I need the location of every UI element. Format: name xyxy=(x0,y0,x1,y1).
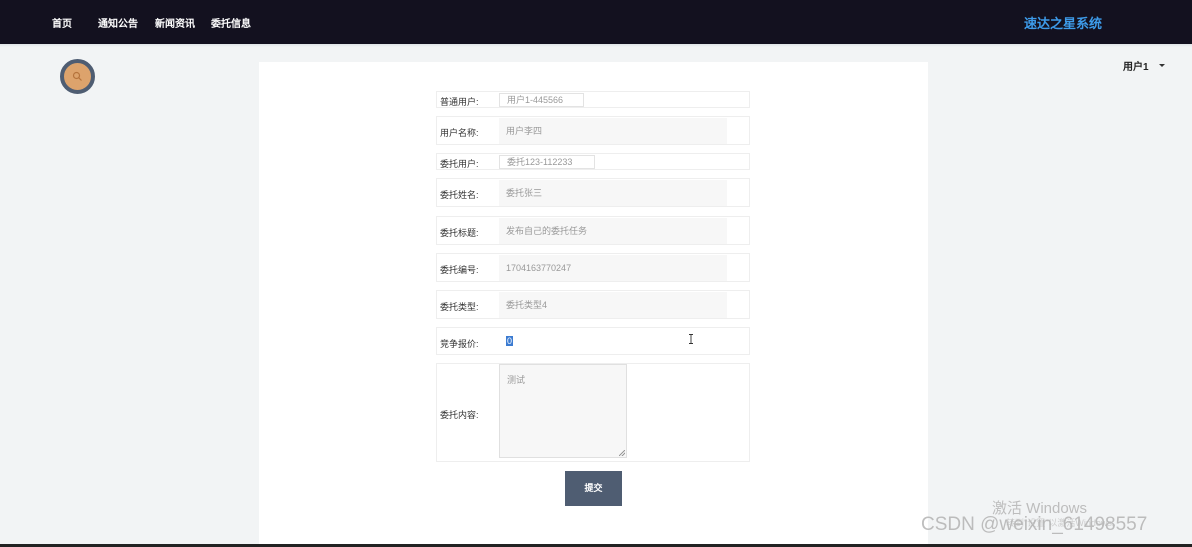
delegate-title-input[interactable]: 发布自己的委托任务 xyxy=(499,218,727,244)
delegate-type-label: 委托类型: xyxy=(440,302,479,312)
form-row-delegate-number: 委托编号: 1704163770247 xyxy=(436,253,750,282)
delegate-type-input[interactable]: 委托类型4 xyxy=(499,292,727,318)
form-row-delegate-title: 委托标题: 发布自己的委托任务 xyxy=(436,216,750,245)
caret-down-icon[interactable] xyxy=(1159,64,1165,67)
content-text: 测试 xyxy=(507,375,526,385)
normal-user-label: 普通用户: xyxy=(440,97,479,107)
csdn-watermark: CSDN @weixin_61498557 xyxy=(921,514,1148,535)
delegate-number-input[interactable]: 1704163770247 xyxy=(499,255,727,281)
delegate-user-label: 委托用户: xyxy=(440,159,479,169)
form-row-content: 委托内容: 测试 xyxy=(436,363,750,462)
form-row-normal-user: 普通用户: 用户1-445566 xyxy=(436,91,750,108)
delegate-name-label: 委托姓名: xyxy=(440,190,479,200)
form-row-user-name: 用户名称: 用户李四 xyxy=(436,116,750,145)
navbar-shadow xyxy=(0,44,1192,47)
delegate-name-input[interactable]: 委托张三 xyxy=(499,180,727,206)
delegate-title-label: 委托标题: xyxy=(440,228,479,238)
bid-price-input[interactable]: 0 xyxy=(499,329,739,354)
bid-price-label: 竞争报价: xyxy=(440,339,479,349)
content-textarea[interactable]: 测试 xyxy=(499,364,627,458)
user-menu[interactable]: 用户1 xyxy=(1123,58,1149,73)
nav-news[interactable]: 新闻资讯 xyxy=(155,15,195,30)
user-name-label: 用户名称: xyxy=(440,128,479,138)
form-row-delegate-user: 委托用户: 委托123-112233 xyxy=(436,153,750,170)
resize-handle-icon[interactable] xyxy=(619,450,625,456)
user-name-input[interactable]: 用户李四 xyxy=(499,118,727,144)
delegate-number-label: 委托编号: xyxy=(440,265,479,275)
form-row-bid-price: 竞争报价: 0 xyxy=(436,327,750,355)
nav-delegations[interactable]: 委托信息 xyxy=(211,15,251,30)
normal-user-select[interactable]: 用户1-445566 xyxy=(499,93,584,107)
form-row-delegate-name: 委托姓名: 委托张三 xyxy=(436,178,750,207)
nav-notices[interactable]: 通知公告 xyxy=(98,15,138,30)
delegate-user-select[interactable]: 委托123-112233 xyxy=(499,155,595,169)
search-button[interactable] xyxy=(60,59,95,94)
nav-home[interactable]: 首页 xyxy=(52,15,72,30)
brand-title[interactable]: 速达之星系统 xyxy=(1024,13,1102,32)
form-row-delegate-type: 委托类型: 委托类型4 xyxy=(436,290,750,319)
content-label: 委托内容: xyxy=(440,410,479,420)
text-cursor-icon xyxy=(689,334,693,344)
top-navbar: 首页 通知公告 新闻资讯 委托信息 速达之星系统 xyxy=(0,0,1192,44)
search-icon xyxy=(72,71,82,81)
bid-price-value: 0 xyxy=(506,336,514,346)
submit-button[interactable]: 提交 xyxy=(565,471,622,506)
